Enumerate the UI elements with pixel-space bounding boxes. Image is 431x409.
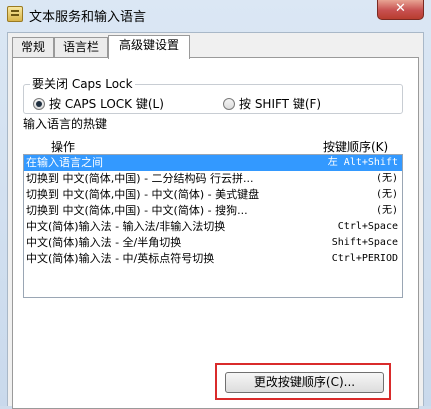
hotkey-row[interactable]: 中文(简体)输入法 - 中/英标点符号切换 Ctrl+PERIOD <box>24 251 402 267</box>
hotkey-row[interactable]: 在输入语言之间 左 Alt+Shift <box>24 155 402 171</box>
shift-key-option[interactable]: 按 SHIFT 键(F) <box>223 95 321 112</box>
hotkeys-group-title: 输入语言的热键 <box>21 117 110 131</box>
dialog-window: 文本服务和输入语言 ✕ 常规 语言栏 高级键设置 要关闭 Caps Lock 按… <box>0 0 431 409</box>
close-button[interactable]: ✕ <box>377 0 424 20</box>
window-title: 文本服务和输入语言 <box>29 10 147 25</box>
hotkey-row[interactable]: 切换到 中文(简体,中国) - 中文(简体) - 美式键盘 (无) <box>24 187 402 203</box>
advanced-key-settings-panel: 要关闭 Caps Lock 按 CAPS LOCK 键(L) 按 SHIFT 键… <box>12 57 419 409</box>
change-key-sequence-button[interactable]: 更改按键顺序(C)... <box>225 372 384 393</box>
shift-radio[interactable] <box>223 97 235 110</box>
column-header-action: 操作 <box>51 140 76 154</box>
hotkey-list[interactable]: 在输入语言之间 左 Alt+Shift 切换到 中文(简体,中国) - 二分结构… <box>23 154 403 298</box>
dialog-content: 常规 语言栏 高级键设置 要关闭 Caps Lock 按 CAPS LOCK 键… <box>7 32 424 409</box>
hotkey-row[interactable]: 切换到 中文(简体,中国) - 二分结构码 行云拼... (无) <box>24 171 402 187</box>
tab-general[interactable]: 常规 <box>12 37 54 57</box>
column-header-key-sequence: 按键顺序(K) <box>323 140 389 154</box>
tab-advanced-key-settings[interactable]: 高级键设置 <box>108 35 190 59</box>
caps-lock-radio[interactable] <box>33 97 45 110</box>
caps-lock-key-option[interactable]: 按 CAPS LOCK 键(L) <box>33 95 164 112</box>
hotkey-row[interactable]: 中文(简体)输入法 - 输入法/非输入法切换 Ctrl+Space <box>24 219 402 235</box>
title-bar[interactable]: 文本服务和输入语言 ✕ <box>0 0 431 30</box>
caps-lock-group-title: 要关闭 Caps Lock <box>30 77 135 91</box>
hotkey-row[interactable]: 切换到 中文(简体,中国) - 中文(简体) - 搜狗... (无) <box>24 203 402 219</box>
caps-lock-radio-label: 按 CAPS LOCK 键(L) <box>49 97 164 111</box>
shift-radio-label: 按 SHIFT 键(F) <box>239 97 322 111</box>
keyboard-settings-icon <box>7 6 23 22</box>
hotkey-row[interactable]: 中文(简体)输入法 - 全/半角切换 Shift+Space <box>24 235 402 251</box>
tab-language-bar[interactable]: 语言栏 <box>54 37 108 57</box>
